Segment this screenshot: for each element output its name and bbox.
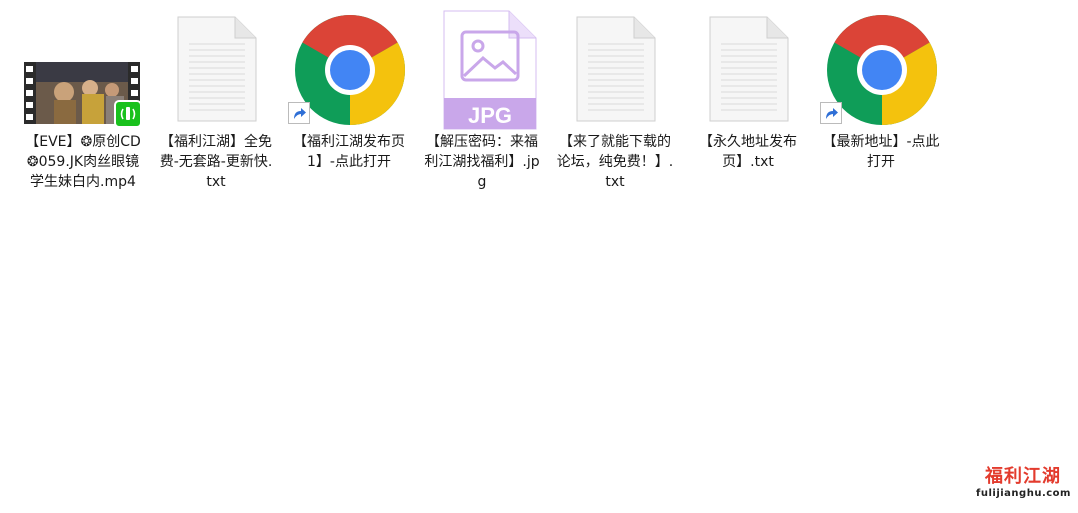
chrome-icon xyxy=(827,15,937,125)
file-item-shortcut[interactable]: 【福利江湖发布页1】-点此打开 xyxy=(288,6,410,172)
file-name: 【永久地址发布页】.txt xyxy=(699,134,797,170)
shortcut-arrow-icon xyxy=(288,102,310,124)
jpg-badge-label: JPG xyxy=(468,103,512,128)
watermark-url: fulijianghu.com xyxy=(976,488,1071,499)
file-name: 【福利江湖发布页1】-点此打开 xyxy=(293,134,405,170)
video-thumbnail xyxy=(22,6,144,130)
file-item-image[interactable]: JPG 【解压密码：来福利江湖找福利】.jpg xyxy=(421,6,543,192)
chrome-icon xyxy=(295,15,405,125)
text-file-icon xyxy=(687,6,809,130)
file-item-text[interactable]: 【福利江湖】全免费-无套路-更新快.txt xyxy=(155,6,277,192)
text-file-icon xyxy=(155,6,277,130)
watermark-title: 福利江湖 xyxy=(985,466,1061,487)
file-item-text[interactable]: 【来了就能下载的论坛，纯免费！】.txt xyxy=(554,6,676,192)
shortcut-arrow-icon xyxy=(820,102,842,124)
file-name: 【来了就能下载的论坛，纯免费！】.txt xyxy=(556,134,674,190)
file-name: 【EVE】❂原创CD❂059.JK肉丝眼镜学生妹白内.mp4 xyxy=(25,134,141,190)
file-item-shortcut[interactable]: 【最新地址】-点此打开 xyxy=(820,6,942,172)
jpg-file-icon: JPG xyxy=(421,6,543,130)
file-item-video[interactable]: 【EVE】❂原创CD❂059.JK肉丝眼镜学生妹白内.mp4 xyxy=(22,6,144,192)
text-file-icon xyxy=(554,6,676,130)
file-name: 【最新地址】-点此打开 xyxy=(822,134,940,170)
file-name: 【福利江湖】全免费-无套路-更新快.txt xyxy=(159,134,273,190)
player-badge-icon xyxy=(114,100,142,128)
site-watermark-logo: 福利江湖 fulijianghu.com xyxy=(976,462,1070,506)
file-name: 【解压密码：来福利江湖找福利】.jpg xyxy=(424,134,540,190)
file-item-text[interactable]: 【永久地址发布页】.txt xyxy=(687,6,809,172)
